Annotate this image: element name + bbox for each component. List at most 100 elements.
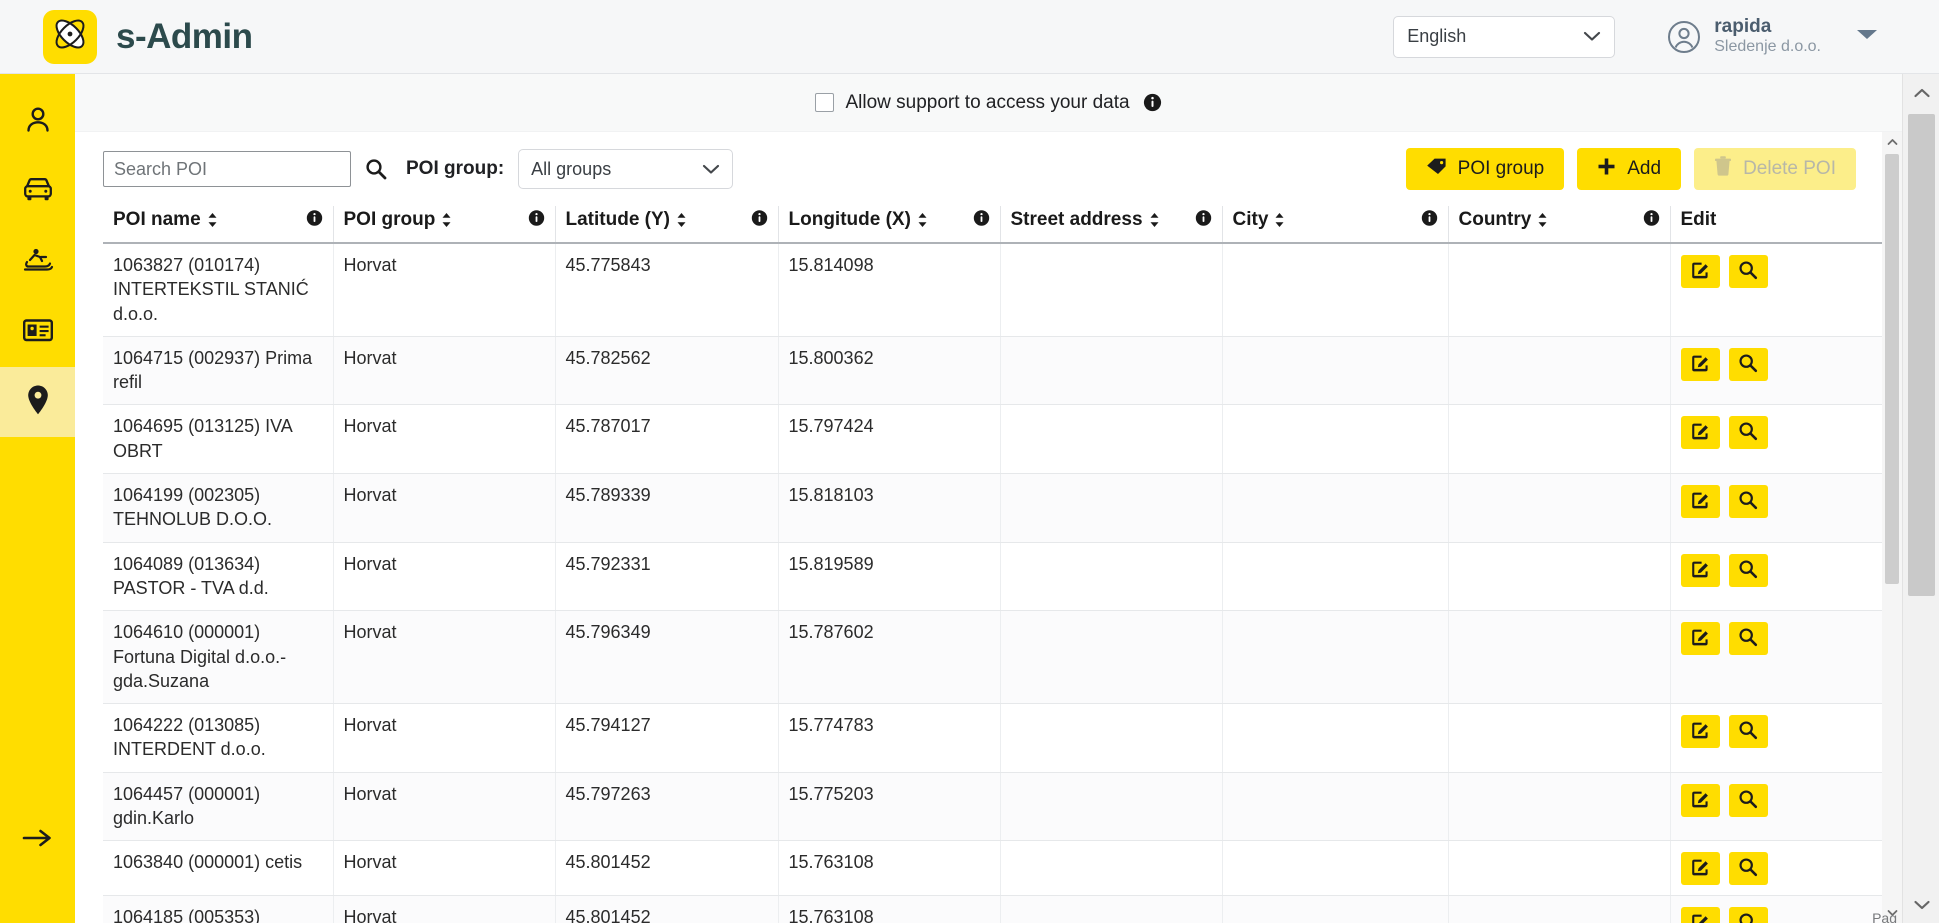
scroll-up-icon[interactable] — [1882, 132, 1902, 152]
cell-poi-group: Horvat — [333, 772, 556, 842]
row-view-button[interactable] — [1728, 783, 1768, 817]
column-header-city[interactable]: City — [1222, 206, 1449, 244]
content-scrollbar-thumb[interactable] — [1885, 154, 1899, 584]
language-select[interactable]: English — [1393, 15, 1616, 58]
table-row[interactable]: 1064715 (002937) Prima refil Horvat 45.782… — [103, 336, 1893, 406]
cell-latitude: 45.775843 — [555, 243, 779, 337]
table-row[interactable]: 1064089 (013634) PASTOR - TVA d.d. Horvat… — [103, 542, 1893, 612]
sort-arrows-icon[interactable] — [917, 212, 928, 228]
sidebar-collapse-button[interactable] — [0, 815, 75, 865]
cell-edit — [1670, 895, 1893, 923]
row-edit-button[interactable] — [1680, 347, 1720, 381]
info-icon[interactable] — [528, 209, 545, 232]
sort-arrows-icon[interactable] — [1274, 212, 1285, 228]
row-edit-button[interactable] — [1680, 416, 1720, 450]
poi-group-select[interactable]: All groups — [518, 149, 734, 189]
table-row[interactable]: 1064222 (013085) INTERDENT d.o.o. Horvat 4… — [103, 703, 1893, 773]
row-edit-button[interactable] — [1680, 255, 1720, 288]
column-header-street-address[interactable]: Street address — [1000, 206, 1223, 244]
sort-arrows-icon[interactable] — [1149, 212, 1160, 228]
table-header-row: POI name POI group Latitude (Y) Longitud… — [103, 206, 1893, 244]
sidebar-item-users[interactable] — [0, 87, 75, 157]
row-view-button[interactable] — [1728, 715, 1768, 749]
search-input[interactable] — [103, 151, 351, 187]
info-icon[interactable] — [973, 209, 990, 232]
row-edit-button[interactable] — [1680, 553, 1720, 587]
row-view-button[interactable] — [1728, 852, 1768, 886]
row-actions — [1680, 905, 1884, 923]
sidebar-item-cards[interactable] — [0, 297, 75, 367]
sidebar-item-vehicles[interactable] — [0, 157, 75, 227]
page-scroll-up-icon[interactable] — [1903, 74, 1939, 111]
edit-icon — [1690, 912, 1710, 923]
sort-arrows-icon[interactable] — [676, 212, 687, 228]
sort-arrows-icon[interactable] — [1537, 212, 1548, 228]
page-scrollbar[interactable] — [1902, 74, 1939, 923]
edit-icon — [1690, 720, 1710, 743]
row-view-button[interactable] — [1728, 485, 1768, 519]
row-edit-button[interactable] — [1680, 907, 1720, 923]
row-view-button[interactable] — [1728, 255, 1768, 288]
search-icon[interactable] — [365, 158, 387, 180]
view-icon — [1738, 559, 1758, 582]
cell-edit — [1670, 610, 1893, 705]
column-header-country[interactable]: Country — [1448, 206, 1671, 244]
sort-arrows-icon[interactable] — [441, 212, 452, 228]
row-edit-button[interactable] — [1680, 715, 1720, 749]
cell-poi-name: 1063827 (010174) INTERTEKSTIL STANIĆ d.o… — [103, 243, 334, 337]
info-icon[interactable] — [1643, 209, 1660, 232]
sort-arrows-icon[interactable] — [207, 212, 218, 228]
delete-poi-button[interactable]: Delete POI — [1694, 148, 1856, 190]
row-view-button[interactable] — [1728, 347, 1768, 381]
view-icon — [1738, 789, 1758, 812]
support-access-control: Allow support to access your data — [815, 92, 1161, 114]
column-header-longitude[interactable]: Longitude (X) — [778, 206, 1001, 244]
info-icon[interactable] — [1195, 209, 1212, 232]
row-edit-button[interactable] — [1680, 852, 1720, 886]
sidebar-item-machines[interactable] — [0, 227, 75, 297]
table-row[interactable]: 1064185 (005353) CETIS-ZG d.o.o.Horvat45… — [103, 895, 1893, 923]
page-scroll-down-icon[interactable] — [1903, 886, 1939, 923]
cell-city — [1222, 404, 1449, 475]
caret-down-icon[interactable] — [1855, 27, 1879, 46]
table-row[interactable]: 1063840 (000001) cetis Horvat 45.801452 15.… — [103, 840, 1893, 897]
table-row[interactable]: 1064610 (000001) Fortuna Digital d.o.o.-… — [103, 610, 1893, 705]
column-header-latitude[interactable]: Latitude (Y) — [555, 206, 779, 244]
user-menu[interactable]: rapida Sledenje d.o.o. — [1667, 16, 1879, 57]
page-scrollbar-thumb[interactable] — [1908, 114, 1935, 596]
column-header-poi-name[interactable]: POI name — [103, 206, 334, 244]
row-view-button[interactable] — [1728, 553, 1768, 587]
content-scrollbar[interactable] — [1882, 132, 1902, 923]
allow-support-checkbox[interactable] — [815, 93, 835, 112]
cell-street-address — [1000, 404, 1223, 475]
poi-group-button[interactable]: POI group — [1405, 148, 1565, 190]
row-view-button[interactable] — [1728, 907, 1768, 923]
row-edit-button[interactable] — [1680, 622, 1720, 656]
sidebar-item-poi[interactable] — [0, 367, 75, 437]
column-header-poi-group[interactable]: POI group — [333, 206, 556, 244]
edit-icon — [1690, 260, 1710, 283]
poi-group-filter-label: POI group: — [406, 158, 505, 179]
info-icon[interactable] — [1143, 93, 1162, 112]
view-icon — [1738, 912, 1758, 923]
view-icon — [1738, 421, 1758, 444]
info-icon[interactable] — [751, 209, 768, 232]
edit-icon — [1690, 559, 1710, 582]
user-org: Sledenje d.o.o. — [1714, 38, 1821, 56]
info-icon[interactable] — [1421, 209, 1438, 232]
cell-street-address — [1000, 336, 1223, 406]
table-row[interactable]: 1064199 (002305) TEHNOLUB D.O.O. Horvat 45… — [103, 473, 1893, 543]
language-select-value: English — [1407, 26, 1467, 46]
row-edit-button[interactable] — [1680, 485, 1720, 519]
table-row[interactable]: 1064695 (013125) IVA OBRT Horvat 45.787017… — [103, 404, 1893, 475]
cell-poi-group: Horvat — [333, 542, 556, 612]
info-icon[interactable] — [306, 209, 323, 232]
brand[interactable]: s-Admin — [43, 9, 253, 64]
row-edit-button[interactable] — [1680, 783, 1720, 817]
column-label: POI group — [343, 209, 436, 230]
row-view-button[interactable] — [1728, 416, 1768, 450]
table-row[interactable]: 1064457 (000001) gdin.Karlo Horvat 45.7972… — [103, 772, 1893, 842]
add-button[interactable]: Add — [1577, 148, 1682, 190]
table-row[interactable]: 1063827 (010174) INTERTEKSTIL STANIĆ d.o… — [103, 243, 1893, 337]
row-view-button[interactable] — [1728, 622, 1768, 656]
